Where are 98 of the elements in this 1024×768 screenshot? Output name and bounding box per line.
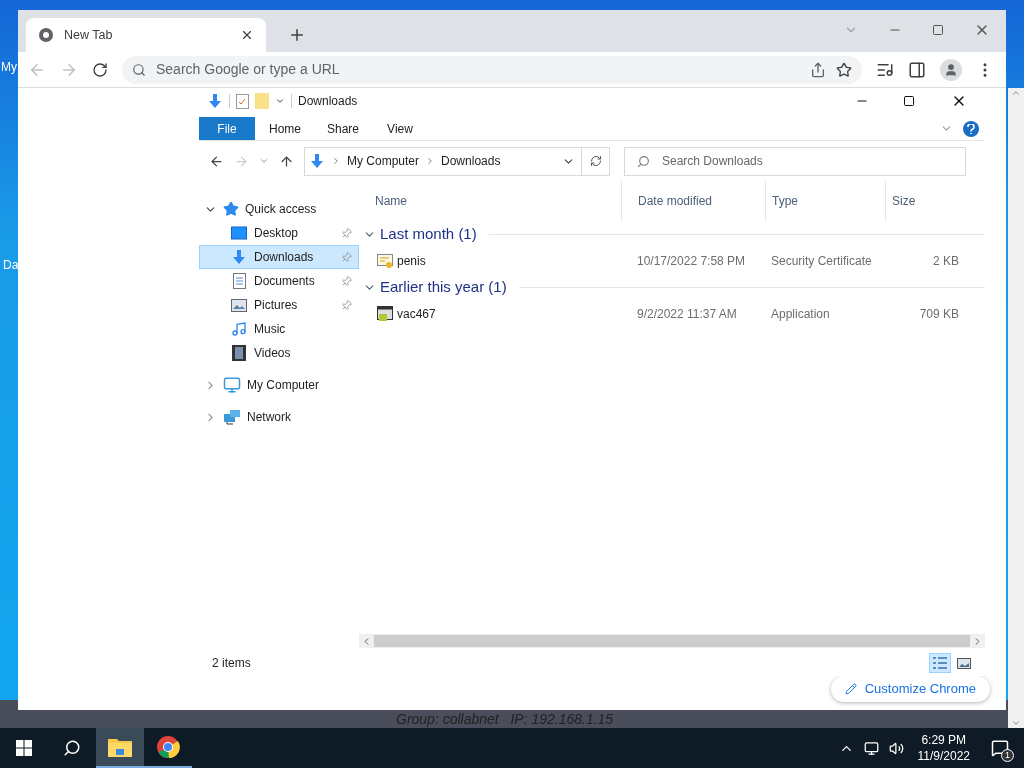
nav-item[interactable]: Pictures: [199, 293, 359, 317]
ribbon-tab[interactable]: View: [371, 117, 429, 140]
user-icon: [944, 62, 958, 77]
address-bar[interactable]: My Computer Downloads: [304, 146, 610, 176]
status-text: 2 items: [212, 655, 252, 672]
picture-icon: [231, 298, 247, 312]
date-cell-text: 9/2/2022 11:37 AM: [636, 305, 738, 323]
side-panel-icon[interactable]: [908, 60, 926, 79]
breadcrumb-item[interactable]: My Computer: [347, 152, 420, 170]
search-placeholder: Search Downloads: [662, 153, 763, 170]
volume-icon[interactable]: [888, 740, 904, 756]
bookmark-star-icon[interactable]: [836, 61, 852, 78]
nav-label: My Computer: [247, 377, 320, 394]
new-tab-icon[interactable]: [288, 26, 306, 44]
desktop-icon-label: Da: [3, 257, 19, 274]
reload-icon[interactable]: [92, 61, 108, 78]
size-cell-text: 2 KB: [932, 252, 959, 270]
nav-item[interactable]: Desktop: [199, 221, 359, 245]
computer-icon: [223, 376, 241, 394]
share-icon[interactable]: [810, 61, 826, 78]
group-header[interactable]: Last month (1): [380, 222, 477, 246]
notification-badge: 1: [1001, 749, 1014, 762]
column-header[interactable]: Size: [885, 181, 965, 221]
ribbon-tab[interactable]: File: [199, 117, 255, 140]
nav-label: Documents: [254, 273, 316, 290]
network-icon[interactable]: [863, 740, 879, 756]
customize-toolbar-icon[interactable]: [275, 96, 285, 106]
refresh-icon[interactable]: [589, 155, 602, 167]
search-field[interactable]: Search Downloads: [624, 146, 966, 176]
image-icon: [957, 657, 971, 669]
address-bar[interactable]: Search Google or type a URL: [122, 55, 862, 84]
taskbar-app-button[interactable]: [96, 728, 144, 768]
breadcrumb-separator-icon[interactable]: [331, 156, 341, 166]
clock[interactable]: 6:29 PM 11/9/2022: [913, 732, 974, 764]
window-title: Downloads: [298, 93, 359, 110]
ribbon-tab[interactable]: Home: [255, 117, 313, 140]
pencil-icon: [844, 683, 857, 695]
desktop-icon: [231, 226, 247, 240]
date-cell-text: 10/17/2022 7:58 PM: [636, 252, 747, 270]
group-ip-text: Group: collabnet IP: 192.168.1.15: [396, 710, 614, 729]
size-cell-text: 709 KB: [918, 305, 959, 323]
nav-item[interactable]: Documents: [199, 269, 359, 293]
certificate-icon: [377, 252, 393, 269]
properties-icon[interactable]: [236, 93, 249, 109]
nav-item[interactable]: Music: [199, 317, 359, 341]
profile-avatar[interactable]: [940, 58, 962, 81]
download-icon: [231, 249, 247, 265]
file-name: penis: [397, 252, 426, 270]
nav-item[interactable]: Downloads: [199, 245, 359, 269]
nav-label: Quick access: [245, 201, 317, 218]
breadcrumb-item[interactable]: Downloads: [441, 152, 501, 170]
folder-icon: [108, 737, 132, 757]
up-icon[interactable]: [279, 153, 294, 169]
file-row[interactable]: penis 10/17/2022 7:58 PM Security Certificate 2 KB: [359, 247, 985, 274]
application-icon: [377, 305, 393, 322]
browser-tab[interactable]: New Tab: [26, 18, 266, 52]
file-row[interactable]: vac467 9/2/2022 11:37 AM Application 709 KB: [359, 300, 985, 327]
document-icon: [232, 273, 246, 289]
address-placeholder: Search Google or type a URL: [156, 60, 341, 79]
list-icon: [932, 656, 948, 670]
column-header[interactable]: Type: [765, 181, 885, 221]
search-icon: [637, 154, 650, 168]
star-icon: [223, 201, 239, 217]
nav-label: Music: [254, 321, 287, 338]
notifications-button[interactable]: 1: [984, 728, 1016, 768]
help-icon[interactable]: [963, 120, 979, 137]
nav-label: Downloads: [254, 249, 315, 266]
nav-item[interactable]: Quick access: [199, 197, 359, 221]
film-icon: [232, 345, 246, 361]
back-icon[interactable]: [209, 153, 224, 169]
nav-label: Network: [247, 409, 291, 426]
notification-icon: [991, 739, 1009, 757]
network-icon: [223, 409, 241, 425]
ribbon-tab[interactable]: Share: [313, 117, 371, 140]
nav-item[interactable]: My Computer: [199, 373, 359, 397]
nav-item[interactable]: Network: [199, 405, 359, 429]
column-header[interactable]: Name: [359, 192, 621, 210]
desktop-icon-label: My: [1, 59, 17, 76]
download-icon: [207, 93, 223, 109]
windows-icon: [16, 740, 32, 756]
download-icon: [309, 153, 325, 169]
nav-label: Desktop: [254, 225, 300, 242]
nav-item[interactable]: Videos: [199, 341, 359, 365]
search-icon: [63, 739, 81, 757]
nav-label: Videos: [254, 345, 292, 362]
maximize-icon[interactable]: [903, 95, 915, 107]
close-icon[interactable]: [240, 28, 254, 42]
type-cell-text: Security Certificate: [770, 252, 873, 270]
horizontal-scrollbar[interactable]: [359, 634, 985, 648]
music-icon: [231, 321, 247, 337]
tab-title: New Tab: [64, 26, 114, 44]
customize-chrome-button[interactable]: Customize Chrome: [830, 676, 990, 702]
file-name: vac467: [397, 305, 436, 323]
column-header[interactable]: Date modified: [621, 181, 765, 221]
type-cell-text: Application: [770, 305, 831, 323]
group-header[interactable]: Earlier this year (1): [380, 275, 507, 299]
search-icon: [132, 62, 146, 77]
nav-label: Pictures: [254, 297, 299, 314]
